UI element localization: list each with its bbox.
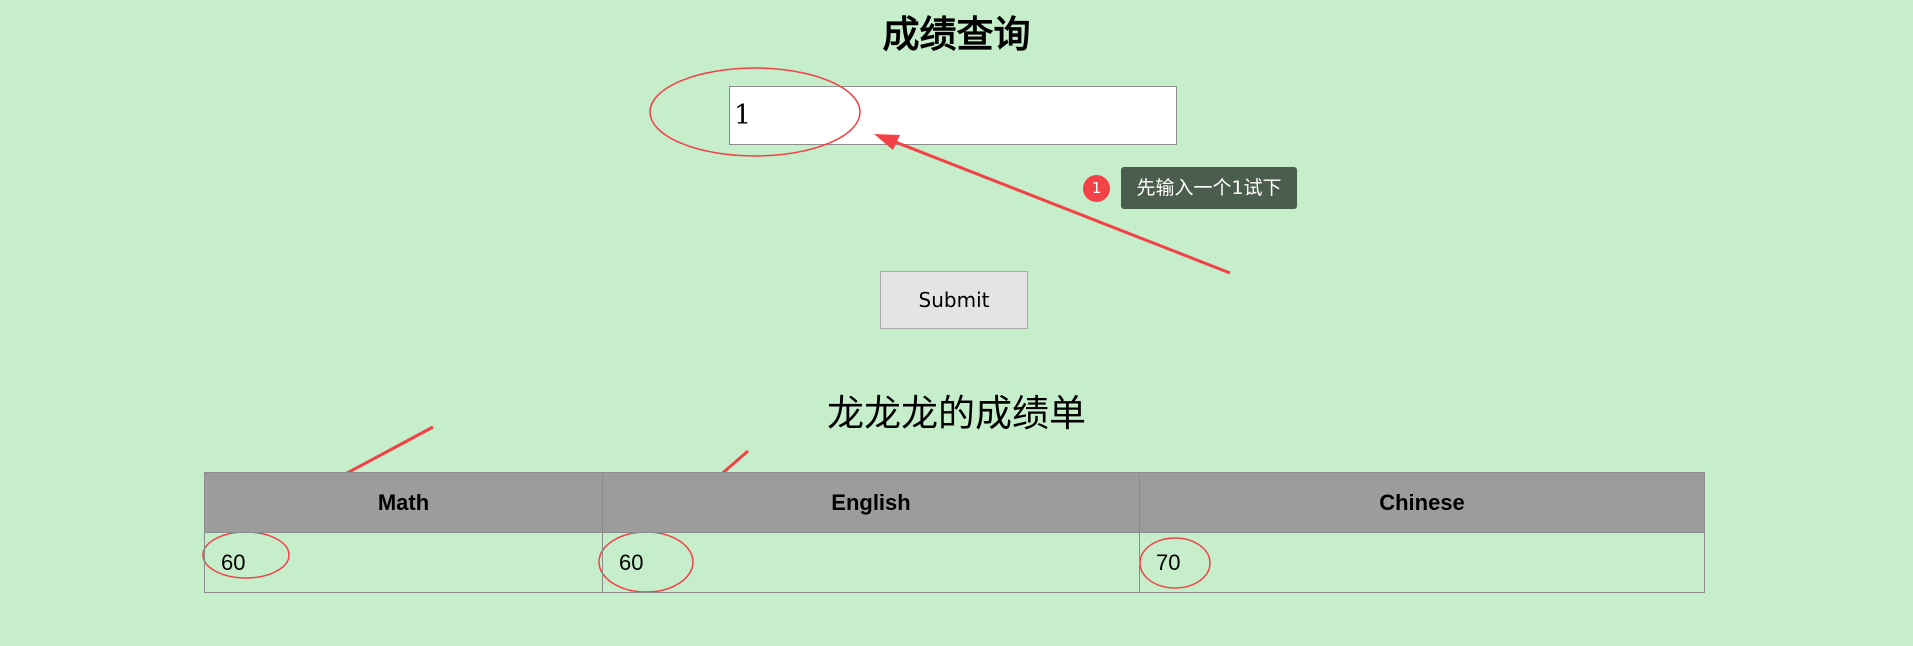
table-header-row: Math English Chinese — [204, 472, 1705, 533]
english-column-header: English — [602, 472, 1140, 533]
score-query-input[interactable] — [729, 86, 1177, 145]
hint-tooltip: 先输入一个1试下 — [1121, 167, 1297, 209]
math-column-header: Math — [204, 472, 603, 533]
score-table: Math English Chinese 60 60 70 — [204, 472, 1705, 593]
table-row: 60 60 70 — [204, 532, 1705, 593]
submit-button[interactable]: Submit — [880, 271, 1028, 329]
page-title: 成绩查询 — [882, 13, 1031, 56]
step-number-badge: 1 — [1083, 175, 1110, 202]
chinese-column-header: Chinese — [1139, 472, 1705, 533]
math-score: 60 — [204, 532, 603, 593]
english-score: 60 — [602, 532, 1140, 593]
report-title: 龙龙龙的成绩单 — [827, 392, 1086, 435]
chinese-score: 70 — [1139, 532, 1705, 593]
